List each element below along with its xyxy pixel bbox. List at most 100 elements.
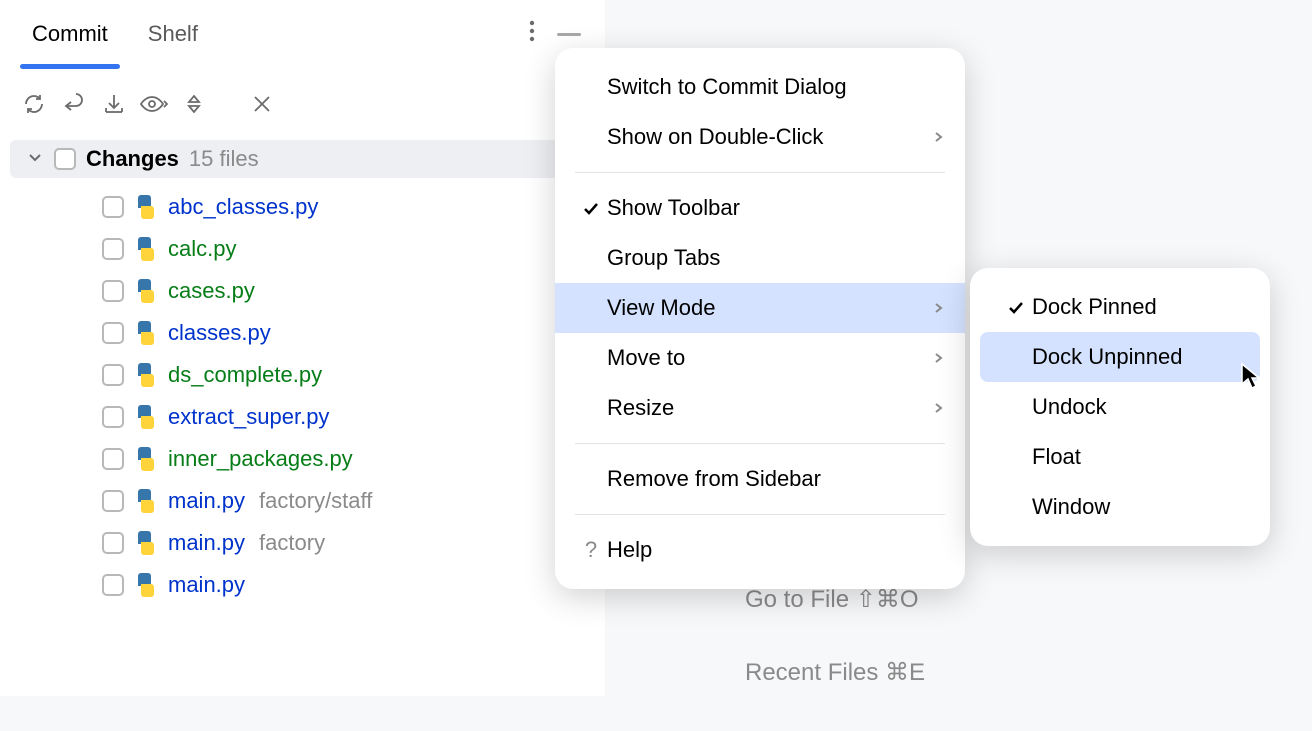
file-row[interactable]: main.py factory <box>0 522 605 564</box>
menu-label: Group Tabs <box>607 245 945 271</box>
tab-commit[interactable]: Commit <box>12 1 128 67</box>
file-checkbox[interactable] <box>102 238 124 260</box>
rollback-icon[interactable] <box>56 86 92 122</box>
file-row[interactable]: calc.py <box>0 228 605 270</box>
shelve-icon[interactable] <box>96 86 132 122</box>
panel-context-menu: Switch to Commit Dialog Show on Double-C… <box>555 48 965 589</box>
file-checkbox[interactable] <box>102 364 124 386</box>
minimize-icon[interactable] <box>557 33 581 36</box>
go-to-file-hint[interactable]: Go to File ⇧⌘O <box>745 585 925 614</box>
chevron-right-icon <box>931 295 945 321</box>
menu-view-mode[interactable]: View Mode <box>555 283 965 333</box>
check-icon <box>1000 298 1032 316</box>
file-checkbox[interactable] <box>102 574 124 596</box>
group-icon[interactable] <box>244 86 280 122</box>
submenu-undock[interactable]: Undock <box>980 382 1260 432</box>
commit-toolbar <box>0 68 605 140</box>
menu-separator <box>575 443 945 444</box>
python-file-icon <box>134 405 158 429</box>
help-icon: ? <box>575 537 607 563</box>
menu-show-double-click[interactable]: Show on Double-Click <box>555 112 965 162</box>
menu-label: View Mode <box>607 295 931 321</box>
menu-label: Show on Double-Click <box>607 124 931 150</box>
chevron-right-icon <box>931 124 945 150</box>
file-path: factory/staff <box>259 488 372 514</box>
file-row[interactable]: inner_packages.py <box>0 438 605 480</box>
changes-header[interactable]: Changes 15 files <box>10 140 595 178</box>
submenu-dock-unpinned[interactable]: Dock Unpinned <box>980 332 1260 382</box>
file-path: factory <box>259 530 325 556</box>
python-file-icon <box>134 321 158 345</box>
menu-label: Resize <box>607 395 931 421</box>
python-file-icon <box>134 489 158 513</box>
menu-label: Help <box>607 537 945 563</box>
file-row[interactable]: main.py factory/staff <box>0 480 605 522</box>
diff-preview-icon[interactable] <box>136 86 172 122</box>
file-row[interactable]: classes.py <box>0 312 605 354</box>
view-mode-submenu: Dock Pinned Dock Unpinned Undock Float W… <box>970 268 1270 546</box>
submenu-label: Window <box>1032 494 1240 520</box>
file-row[interactable]: cases.py <box>0 270 605 312</box>
file-name: main.py <box>168 530 245 556</box>
python-file-icon <box>134 363 158 387</box>
refresh-icon[interactable] <box>16 86 52 122</box>
file-checkbox[interactable] <box>102 280 124 302</box>
navigation-hints: Go to File ⇧⌘O Recent Files ⌘E <box>745 585 925 731</box>
file-name: main.py <box>168 488 245 514</box>
file-checkbox[interactable] <box>102 196 124 218</box>
submenu-window[interactable]: Window <box>980 482 1260 532</box>
file-name: cases.py <box>168 278 255 304</box>
submenu-float[interactable]: Float <box>980 432 1260 482</box>
changes-count: 15 files <box>189 146 259 172</box>
file-name: abc_classes.py <box>168 194 318 220</box>
python-file-icon <box>134 447 158 471</box>
menu-separator <box>575 514 945 515</box>
tab-shelf[interactable]: Shelf <box>128 1 218 67</box>
file-checkbox[interactable] <box>102 490 124 512</box>
file-list: abc_classes.py calc.py cases.py classes.py d… <box>0 178 605 606</box>
file-checkbox[interactable] <box>102 532 124 554</box>
changelist-icon[interactable] <box>176 86 212 122</box>
file-name: classes.py <box>168 320 271 346</box>
menu-label: Switch to Commit Dialog <box>607 74 945 100</box>
submenu-label: Dock Unpinned <box>1032 344 1240 370</box>
submenu-label: Undock <box>1032 394 1240 420</box>
changes-checkbox[interactable] <box>54 148 76 170</box>
submenu-label: Float <box>1032 444 1240 470</box>
changes-label: Changes <box>86 146 179 172</box>
file-name: ds_complete.py <box>168 362 322 388</box>
submenu-dock-pinned[interactable]: Dock Pinned <box>980 282 1260 332</box>
menu-move-to[interactable]: Move to <box>555 333 965 383</box>
python-file-icon <box>134 531 158 555</box>
menu-switch-commit-dialog[interactable]: Switch to Commit Dialog <box>555 62 965 112</box>
file-row[interactable]: abc_classes.py <box>0 186 605 228</box>
chevron-right-icon <box>931 345 945 371</box>
menu-help[interactable]: ? Help <box>555 525 965 575</box>
panel-tabs: Commit Shelf <box>0 0 605 68</box>
python-file-icon <box>134 279 158 303</box>
menu-resize[interactable]: Resize <box>555 383 965 433</box>
python-file-icon <box>134 237 158 261</box>
file-checkbox[interactable] <box>102 448 124 470</box>
submenu-label: Dock Pinned <box>1032 294 1240 320</box>
file-row[interactable]: ds_complete.py <box>0 354 605 396</box>
recent-files-hint[interactable]: Recent Files ⌘E <box>745 658 925 687</box>
chevron-down-icon[interactable] <box>26 146 44 172</box>
file-name: inner_packages.py <box>168 446 353 472</box>
file-row[interactable]: main.py <box>0 564 605 606</box>
menu-show-toolbar[interactable]: Show Toolbar <box>555 183 965 233</box>
menu-remove-sidebar[interactable]: Remove from Sidebar <box>555 454 965 504</box>
python-file-icon <box>134 195 158 219</box>
chevron-right-icon <box>931 395 945 421</box>
menu-label: Show Toolbar <box>607 195 945 221</box>
file-checkbox[interactable] <box>102 406 124 428</box>
file-name: main.py <box>168 572 245 598</box>
commit-panel: Commit Shelf <box>0 0 605 696</box>
menu-group-tabs[interactable]: Group Tabs <box>555 233 965 283</box>
check-icon <box>575 199 607 217</box>
file-row[interactable]: extract_super.py <box>0 396 605 438</box>
menu-label: Remove from Sidebar <box>607 466 945 492</box>
more-options-icon[interactable] <box>523 13 541 55</box>
file-checkbox[interactable] <box>102 322 124 344</box>
file-name: extract_super.py <box>168 404 329 430</box>
